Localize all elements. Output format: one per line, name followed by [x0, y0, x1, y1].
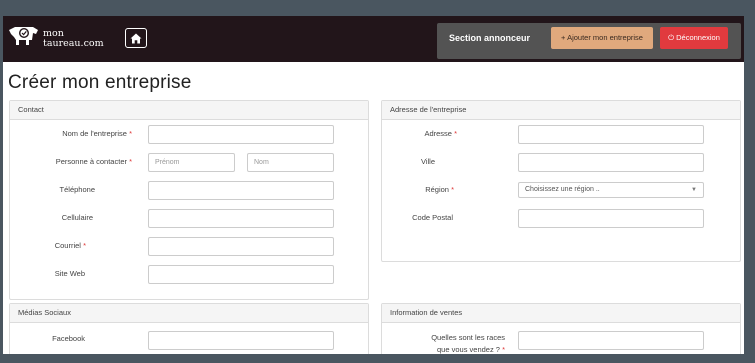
page-title: Créer mon entreprise [8, 72, 192, 93]
sales-info-panel: Information de ventes Quelles sont les r… [381, 303, 741, 354]
region-label: Région * [425, 185, 454, 194]
website-label: Site Web [54, 269, 85, 278]
contact-panel: Contact Nom de l'entreprise * Personne à… [9, 100, 369, 300]
address-input[interactable] [518, 125, 704, 144]
chevron-down-icon: ▼ [691, 187, 697, 193]
facebook-label: Facebook [52, 334, 85, 343]
breeds-label: Quelles sont les races que vous vendez ?… [431, 333, 505, 354]
logo-text: mon taureau.com [43, 29, 104, 49]
social-media-panel: Médias Sociaux Facebook [9, 303, 369, 354]
required-mark: * [129, 129, 132, 138]
last-name-input[interactable]: Nom [247, 153, 334, 172]
address-label: Adresse * [424, 129, 457, 138]
required-mark: * [129, 157, 132, 166]
app-window: mon taureau.com Section annonceur + Ajou… [3, 16, 744, 354]
required-mark: * [83, 241, 86, 250]
contact-panel-heading: Contact [10, 101, 368, 120]
contact-person-label: Personne à contacter * [55, 157, 132, 166]
email-input[interactable] [148, 237, 334, 256]
required-mark: * [502, 345, 505, 354]
home-icon [130, 33, 142, 43]
site-logo[interactable]: mon taureau.com [7, 24, 107, 54]
bull-logo-icon [9, 27, 38, 45]
cell-label: Cellulaire [61, 213, 93, 222]
city-input[interactable] [518, 153, 704, 172]
add-company-button[interactable]: + Ajouter mon entreprise [551, 27, 653, 49]
social-media-heading: Médias Sociaux [10, 304, 368, 323]
breeds-input[interactable] [518, 331, 704, 350]
facebook-input[interactable] [148, 331, 334, 350]
logo-line-2: taureau.com [43, 38, 104, 49]
region-select[interactable]: Choisissez une région .. ▼ [518, 182, 704, 198]
required-mark: * [454, 129, 457, 138]
phone-label: Téléphone [59, 185, 95, 194]
company-name-input[interactable] [148, 125, 334, 144]
phone-input[interactable] [148, 181, 334, 200]
region-select-value: Choisissez une région .. [525, 186, 600, 193]
home-button[interactable] [125, 28, 147, 48]
section-label: Section annonceur [449, 33, 531, 43]
advertiser-section: Section annonceur + Ajouter mon entrepri… [437, 23, 741, 59]
address-panel-heading: Adresse de l'entreprise [382, 101, 740, 120]
required-mark: * [451, 185, 454, 194]
city-label: Ville [420, 157, 435, 166]
cell-input[interactable] [148, 209, 334, 228]
website-input[interactable] [148, 265, 334, 284]
top-navbar: mon taureau.com Section annonceur + Ajou… [3, 16, 744, 62]
postal-code-input[interactable] [518, 209, 704, 228]
postal-code-label: Code Postal [412, 213, 453, 222]
address-panel: Adresse de l'entreprise Adresse * Ville … [381, 100, 741, 262]
company-name-label: Nom de l'entreprise * [62, 129, 132, 138]
sales-info-heading: Information de ventes [382, 304, 740, 323]
screen-frame: mon taureau.com Section annonceur + Ajou… [0, 0, 755, 363]
first-name-input[interactable]: Prénom [148, 153, 235, 172]
email-label: Courriel * [54, 241, 86, 250]
logout-button[interactable]: ⏻ Déconnexion [660, 27, 728, 49]
